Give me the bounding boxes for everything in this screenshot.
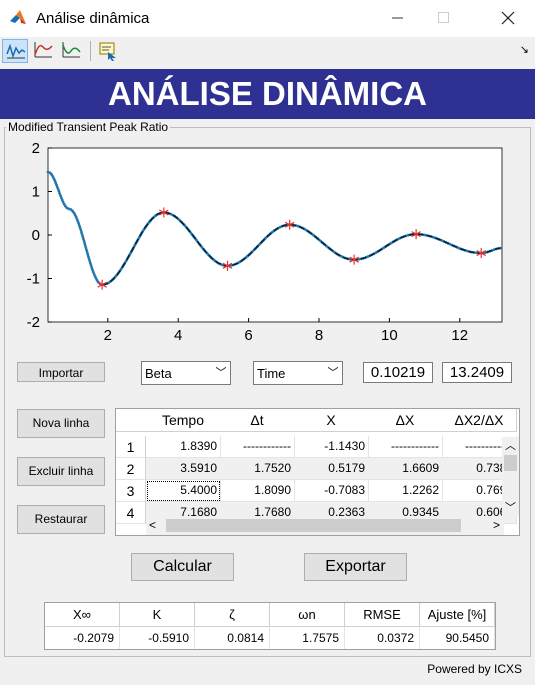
results-header: X∞ xyxy=(45,603,120,627)
scroll-thumb[interactable] xyxy=(166,519,461,532)
table-header[interactable]: ΔX xyxy=(368,409,443,432)
window-title: Análise dinâmica xyxy=(36,10,150,27)
chevron-down-icon: ﹀ xyxy=(215,367,227,379)
results-header: ωn xyxy=(270,603,345,627)
beta-select-value: Beta xyxy=(145,366,172,381)
y-tick-label: 0 xyxy=(32,227,40,244)
transient-plot[interactable]: 2 4 6 8 10 12-2-1012 xyxy=(0,130,535,345)
calcular-button[interactable]: Calcular xyxy=(131,553,234,581)
results-cell[interactable]: 90.5450 xyxy=(420,627,495,649)
importar-button[interactable]: Importar xyxy=(17,362,105,382)
title-bar: Análise dinâmica xyxy=(0,0,535,37)
table-cell[interactable]: 0.5179 xyxy=(294,458,369,480)
chevron-up-icon[interactable]: ︿ xyxy=(505,437,516,453)
time-select[interactable]: Time ﹀ xyxy=(253,361,343,385)
data-cursor-icon[interactable] xyxy=(95,39,121,63)
banner-title: ANÁLISE DINÂMICA xyxy=(108,75,427,112)
table-cell[interactable]: ------------ xyxy=(220,436,295,458)
x-tick-label: 2 xyxy=(104,327,112,344)
x-tick-label: 4 xyxy=(174,327,182,344)
results-header: K xyxy=(120,603,195,627)
maximize-icon[interactable] xyxy=(421,0,467,37)
table-cell[interactable]: -0.7083 xyxy=(294,480,369,502)
x-tick-label: 12 xyxy=(451,327,468,344)
beta-select[interactable]: Beta ﹀ xyxy=(141,361,231,385)
time-select-value: Time xyxy=(257,366,286,381)
row-header[interactable]: 4 xyxy=(116,502,146,524)
table-cell[interactable]: 3.5910 xyxy=(146,458,221,480)
toolbar: ↘ xyxy=(0,37,535,67)
excluir-linha-button[interactable]: Excluir linha xyxy=(17,457,105,486)
minimize-icon[interactable] xyxy=(375,0,421,37)
table-cell[interactable]: 1.7520 xyxy=(220,458,295,480)
row-header[interactable]: 1 xyxy=(116,436,146,458)
vertical-scrollbar[interactable]: ︿ ﹀ xyxy=(502,437,519,517)
table-corner xyxy=(116,409,147,432)
x-tick-label: 6 xyxy=(244,327,252,344)
y-tick-label: -2 xyxy=(27,314,40,331)
chevron-right-icon[interactable]: > xyxy=(493,518,500,532)
results-cell[interactable]: 0.0814 xyxy=(195,627,270,649)
table-cell[interactable]: -1.1430 xyxy=(294,436,369,458)
table-header[interactable]: ΔX2/ΔX xyxy=(442,409,517,432)
results-header: ζ xyxy=(195,603,270,627)
powered-by-label: Powered by ICXS xyxy=(427,662,522,676)
y-tick-label: 2 xyxy=(32,140,40,157)
y-tick-label: -1 xyxy=(27,271,40,288)
matlab-icon xyxy=(10,10,26,24)
restaurar-button[interactable]: Restaurar xyxy=(17,505,105,534)
row-header[interactable]: 3 xyxy=(116,480,146,502)
table-cell[interactable]: 1.8390 xyxy=(146,436,221,458)
x-tick-label: 10 xyxy=(381,327,398,344)
impulse-response-icon[interactable] xyxy=(58,39,84,63)
value-field-1[interactable]: 0.10219 xyxy=(363,362,433,383)
step-response-icon[interactable] xyxy=(30,39,56,63)
header-banner: ANÁLISE DINÂMICA xyxy=(0,69,535,119)
results-header: Ajuste [%] xyxy=(420,603,495,627)
value-field-2[interactable]: 13.2409 xyxy=(442,362,512,383)
nova-linha-button[interactable]: Nova linha xyxy=(17,409,105,438)
table-cell[interactable]: ------------ xyxy=(368,436,443,458)
row-header[interactable]: 2 xyxy=(116,458,146,480)
toolbar-separator xyxy=(90,41,91,61)
table-header[interactable]: X xyxy=(294,409,369,432)
table-header[interactable]: Tempo xyxy=(146,409,221,432)
results-table[interactable]: X∞ K ζ ωn RMSE Ajuste [%] -0.2079 -0.591… xyxy=(44,602,496,650)
y-tick-label: 1 xyxy=(32,184,40,201)
peaks-table[interactable]: Tempo Δt X ΔX ΔX2/ΔX 1 1.8390 ----------… xyxy=(115,408,520,536)
chevron-left-icon[interactable]: < xyxy=(149,518,156,532)
scroll-thumb[interactable] xyxy=(504,455,517,471)
signal-icon[interactable] xyxy=(2,39,28,63)
results-cell[interactable]: -0.2079 xyxy=(45,627,120,649)
results-cell[interactable]: 1.7575 xyxy=(270,627,345,649)
chevron-down-icon[interactable]: ﹀ xyxy=(505,499,516,515)
toolbar-dock-icon[interactable]: ↘ xyxy=(520,43,529,56)
chevron-down-icon: ﹀ xyxy=(327,367,339,379)
table-cell[interactable]: 1.2262 xyxy=(368,480,443,502)
results-cell[interactable]: 0.0372 xyxy=(345,627,420,649)
table-cell[interactable]: 1.6609 xyxy=(368,458,443,480)
plot-area xyxy=(47,147,503,323)
results-cell[interactable]: -0.5910 xyxy=(120,627,195,649)
table-header[interactable]: Δt xyxy=(220,409,295,432)
table-cell[interactable]: 1.8090 xyxy=(220,480,295,502)
close-icon[interactable] xyxy=(485,0,531,37)
table-cell[interactable]: 5.4000 xyxy=(146,480,221,502)
results-header: RMSE xyxy=(345,603,420,627)
horizontal-scrollbar[interactable]: < > xyxy=(146,516,504,535)
x-tick-label: 8 xyxy=(315,327,323,344)
exportar-button[interactable]: Exportar xyxy=(304,553,407,581)
